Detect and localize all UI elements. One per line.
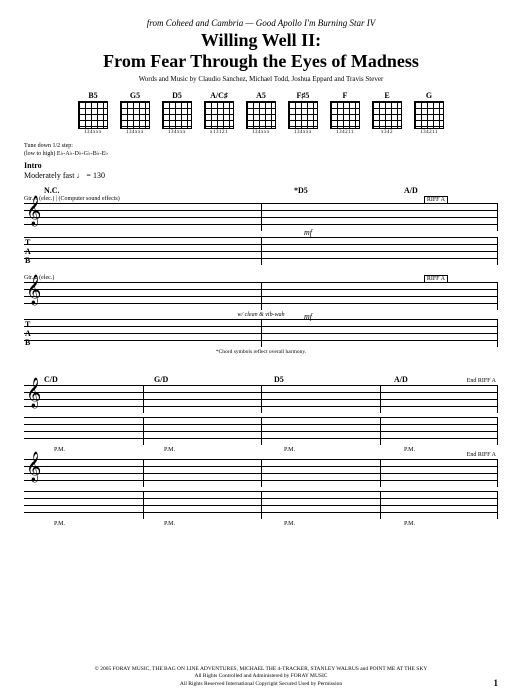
chord-box: B5 134xxx bbox=[75, 91, 111, 135]
end-riff-label: End RIFF A bbox=[467, 452, 496, 458]
sheet-header: from Coheed and Cambria — Good Apollo I'… bbox=[24, 18, 498, 83]
chord-diagram bbox=[372, 101, 402, 129]
palm-mute: P.M. bbox=[164, 521, 175, 527]
chord-diagram bbox=[120, 101, 150, 129]
chord-symbol: A/D bbox=[394, 375, 408, 384]
chord-diagram bbox=[414, 101, 444, 129]
chord-fingering: x342 bbox=[381, 130, 393, 135]
chord-name: B5 bbox=[88, 91, 97, 100]
notation-system-2: C/D G/D D5 A/D End RIFF A P.M. P.M. P.M.… bbox=[24, 375, 498, 519]
intro-label: Intro bbox=[24, 161, 498, 170]
chord-name: A5 bbox=[256, 91, 266, 100]
chord-box: A5 134xxx bbox=[243, 91, 279, 135]
chord-box: E x342 bbox=[369, 91, 405, 135]
chord-symbols-row: N.C. *D5 A/D bbox=[24, 186, 498, 196]
palm-mute: P.M. bbox=[164, 447, 175, 453]
chord-symbol: D5 bbox=[274, 375, 284, 384]
guitar-2-note: w/ clean & vib-wah bbox=[24, 312, 498, 318]
copyright-line-2: All Rights Controlled and Administered b… bbox=[24, 673, 498, 680]
tuning-instructions: Tune down 1/2 step: (low to high) E♭-A♭-… bbox=[24, 143, 498, 159]
harmony-footnote: *Chord symbols reflect overall harmony. bbox=[24, 349, 498, 355]
chord-symbol: G/D bbox=[154, 375, 168, 384]
title-line-1: Willing Well II: bbox=[201, 30, 321, 50]
notation-system-1: N.C. *D5 A/D Gtr. 1 (elec.) | (Computer … bbox=[24, 186, 498, 355]
chord-fingering: 134xxx bbox=[126, 130, 144, 135]
palm-mute: P.M. bbox=[284, 521, 295, 527]
copyright-line-3: All Rights Reserved International Copyri… bbox=[24, 681, 498, 688]
chord-name: F♯5 bbox=[297, 91, 310, 100]
page-number: 1 bbox=[494, 678, 499, 688]
tuning-line-1: Tune down 1/2 step: bbox=[24, 143, 73, 149]
chord-name: G5 bbox=[130, 91, 140, 100]
chord-box: G5 134xxx bbox=[117, 91, 153, 135]
palm-mute: P.M. bbox=[54, 521, 65, 527]
chord-name: G bbox=[426, 91, 432, 100]
chord-diagram bbox=[288, 101, 318, 129]
chord-symbol: C/D bbox=[44, 375, 58, 384]
chord-name: A/C♯ bbox=[210, 91, 228, 100]
chord-name: D5 bbox=[172, 91, 182, 100]
dynamic-marking: mf bbox=[304, 228, 312, 237]
chord-fingering: 134211 bbox=[420, 130, 438, 135]
tab-label: TAB bbox=[25, 320, 31, 347]
staff-notation: End RIFF A bbox=[24, 385, 498, 413]
chord-symbol: *D5 bbox=[294, 186, 308, 195]
chord-fingering: x13121 bbox=[210, 130, 228, 135]
source-line: from Coheed and Cambria — Good Apollo I'… bbox=[24, 18, 498, 28]
riff-label: RIFF A bbox=[424, 275, 448, 283]
copyright-footer: © 2005 FORAY MUSIC, THE BAG ON LINE ADVE… bbox=[24, 666, 498, 688]
palm-mute: P.M. bbox=[404, 447, 415, 453]
tab-staff: TAB bbox=[24, 319, 498, 347]
chord-box: F 134211 bbox=[327, 91, 363, 135]
chord-box: D5 134xxx bbox=[159, 91, 195, 135]
chord-name: F bbox=[343, 91, 348, 100]
tab-staff: P.M. P.M. P.M. P.M. bbox=[24, 417, 498, 445]
staff-notation: RIFF A bbox=[24, 282, 498, 310]
tuning-line-2: (low to high) E♭-A♭-D♭-G♭-B♭-E♭ bbox=[24, 151, 108, 157]
chord-symbol: N.C. bbox=[44, 186, 60, 195]
chord-diagram bbox=[330, 101, 360, 129]
chord-box: G 134211 bbox=[411, 91, 447, 135]
credits: Words and Music by Claudio Sanchez, Mich… bbox=[24, 75, 498, 83]
tab-label: TAB bbox=[25, 238, 31, 265]
chord-diagram-row: B5 134xxx G5 134xxx D5 134xxx A/C♯ x1312… bbox=[24, 91, 498, 135]
tab-staff: TAB bbox=[24, 237, 498, 265]
chord-symbol: A/D bbox=[404, 186, 418, 195]
chord-fingering: 134xxx bbox=[84, 130, 102, 135]
chord-symbols-row: C/D G/D D5 A/D bbox=[24, 375, 498, 385]
palm-mute: P.M. bbox=[54, 447, 65, 453]
palm-mute: P.M. bbox=[284, 447, 295, 453]
chord-fingering: 134xxx bbox=[294, 130, 312, 135]
chord-box: A/C♯ x13121 bbox=[201, 91, 237, 135]
chord-box: F♯5 134xxx bbox=[285, 91, 321, 135]
title-line-2: From Fear Through the Eyes of Madness bbox=[103, 51, 419, 71]
palm-mute: P.M. bbox=[404, 521, 415, 527]
chord-fingering: 134xxx bbox=[168, 130, 186, 135]
song-title: Willing Well II: From Fear Through the E… bbox=[24, 30, 498, 71]
chord-name: E bbox=[384, 91, 389, 100]
chord-diagram bbox=[246, 101, 276, 129]
riff-label: RIFF A bbox=[424, 196, 448, 204]
chord-fingering: 134211 bbox=[336, 130, 354, 135]
end-riff-label: End RIFF A bbox=[467, 378, 496, 384]
staff-notation: RIFF A bbox=[24, 203, 498, 231]
chord-fingering: 134xxx bbox=[252, 130, 270, 135]
copyright-line-1: © 2005 FORAY MUSIC, THE BAG ON LINE ADVE… bbox=[24, 666, 498, 673]
tab-staff: P.M. P.M. P.M. P.M. bbox=[24, 491, 498, 519]
tempo-marking: Moderately fast ♩ = 130 bbox=[24, 171, 498, 180]
chord-diagram bbox=[162, 101, 192, 129]
chord-diagram bbox=[204, 101, 234, 129]
chord-diagram bbox=[78, 101, 108, 129]
staff-notation: End RIFF A bbox=[24, 459, 498, 487]
